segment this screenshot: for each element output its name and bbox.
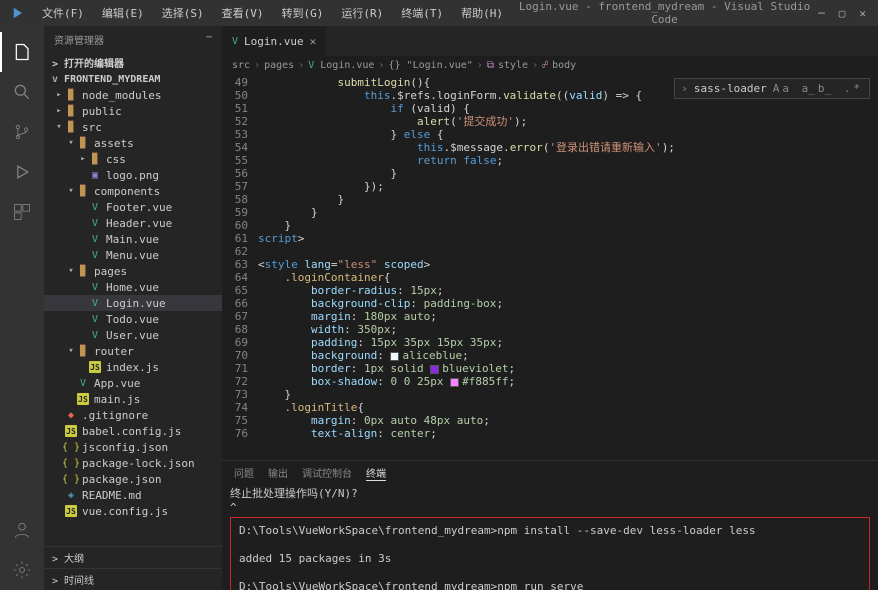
files-icon <box>13 42 33 62</box>
tree-item-components[interactable]: ▾▉components <box>44 183 222 199</box>
search-icon <box>12 82 32 102</box>
find-input[interactable]: sass-loader <box>694 82 767 95</box>
tree-item-router[interactable]: ▾▉router <box>44 343 222 359</box>
tree-item-package-lock[interactable]: { }package-lock.json <box>44 455 222 471</box>
tree-item-gitignore[interactable]: ◆.gitignore <box>44 407 222 423</box>
chevron-right-icon[interactable]: › <box>681 82 688 95</box>
vscode-logo-icon <box>12 6 26 20</box>
tab-label: Login.vue <box>244 35 304 48</box>
sidebar-title: 资源管理器⋯ <box>44 26 222 53</box>
breadcrumb[interactable]: src› pages› VLogin.vue› {} "Login.vue"› … <box>222 56 878 76</box>
activity-settings[interactable] <box>0 550 44 590</box>
tree-item-jsconfig[interactable]: { }jsconfig.json <box>44 439 222 455</box>
activity-explorer[interactable] <box>0 32 44 72</box>
tree-item-main-js[interactable]: JSmain.js <box>44 391 222 407</box>
activity-extensions[interactable] <box>0 192 44 232</box>
branch-icon <box>12 122 32 142</box>
editor-area: V Login.vue ✕ src› pages› VLogin.vue› {}… <box>222 26 878 590</box>
tree-item-main-vue[interactable]: VMain.vue <box>44 231 222 247</box>
tree-item-todo-vue[interactable]: VTodo.vue <box>44 311 222 327</box>
menu-goto[interactable]: 转到(G) <box>274 2 332 24</box>
tree-item-readme[interactable]: ◈README.md <box>44 487 222 503</box>
bottom-panel: 问题 输出 调试控制台 终端 终止批处理操作吗(Y/N)? ^ D:\Tools… <box>222 460 878 590</box>
file-tree: ▸▉node_modules▸▉public▾▉src▾▉assets▸▉css… <box>44 87 222 546</box>
more-icon[interactable]: ⋯ <box>206 32 212 47</box>
activity-account[interactable] <box>0 510 44 550</box>
window-controls: ─ ▢ ✕ <box>818 7 874 20</box>
panel-tab-terminal[interactable]: 终端 <box>366 465 386 481</box>
find-widget[interactable]: › sass-loader Aa a̲b̲ .* <box>674 78 870 99</box>
play-icon <box>12 162 32 182</box>
tree-item-assets[interactable]: ▾▉assets <box>44 135 222 151</box>
tree-item-home-vue[interactable]: VHome.vue <box>44 279 222 295</box>
find-options[interactable]: Aa a̲b̲ .* <box>773 82 863 95</box>
code-content[interactable]: submitLogin(){ this.$refs.loginForm.vali… <box>258 76 878 460</box>
outline-section[interactable]: > 大纲 <box>44 546 222 568</box>
tree-item-app-vue[interactable]: VApp.vue <box>44 375 222 391</box>
activity-search[interactable] <box>0 72 44 112</box>
gear-icon <box>12 560 32 580</box>
activity-bar <box>0 26 44 590</box>
menu-select[interactable]: 选择(S) <box>154 2 212 24</box>
panel-tab-output[interactable]: 输出 <box>268 465 288 481</box>
minimize-icon[interactable]: ─ <box>818 7 825 20</box>
tree-item-node-modules[interactable]: ▸▉node_modules <box>44 87 222 103</box>
tree-item-user-vue[interactable]: VUser.vue <box>44 327 222 343</box>
timeline-section[interactable]: > 时间线 <box>44 568 222 590</box>
editor-tabs: V Login.vue ✕ <box>222 26 878 56</box>
menu-edit[interactable]: 编辑(E) <box>94 2 152 24</box>
maximize-icon[interactable]: ▢ <box>839 7 846 20</box>
terminal-prompt: 终止批处理操作吗(Y/N)? <box>230 487 870 501</box>
tree-item-menu-vue[interactable]: VMenu.vue <box>44 247 222 263</box>
tree-item-css[interactable]: ▸▉css <box>44 151 222 167</box>
tree-item-index-js[interactable]: JSindex.js <box>44 359 222 375</box>
tab-login-vue[interactable]: V Login.vue ✕ <box>222 26 327 56</box>
menu-help[interactable]: 帮助(H) <box>453 2 511 24</box>
tree-item-login-vue[interactable]: VLogin.vue <box>44 295 222 311</box>
explorer-sidebar: 资源管理器⋯ > 打开的编辑器 v FRONTEND_MYDREAM ▸▉nod… <box>44 26 222 590</box>
editor-body[interactable]: 49 50 51 52 53 54 55 56 57 58 59 60 61 6… <box>222 76 878 460</box>
tree-item-src[interactable]: ▾▉src <box>44 119 222 135</box>
account-icon <box>12 520 32 540</box>
extensions-icon <box>12 202 32 222</box>
activity-scm[interactable] <box>0 112 44 152</box>
menu-run[interactable]: 运行(R) <box>333 2 391 24</box>
tree-item-vue-config[interactable]: JSvue.config.js <box>44 503 222 519</box>
tree-item-package-json[interactable]: { }package.json <box>44 471 222 487</box>
panel-tab-debug[interactable]: 调试控制台 <box>302 465 352 481</box>
tree-item-babel-config[interactable]: JSbabel.config.js <box>44 423 222 439</box>
line-gutter: 49 50 51 52 53 54 55 56 57 58 59 60 61 6… <box>222 76 258 460</box>
window-title: Login.vue - frontend_mydream - Visual St… <box>511 0 818 26</box>
tree-item-footer-vue[interactable]: VFooter.vue <box>44 199 222 215</box>
tree-item-pages[interactable]: ▾▉pages <box>44 263 222 279</box>
menu-file[interactable]: 文件(F) <box>34 2 92 24</box>
terminal[interactable]: 终止批处理操作吗(Y/N)? ^ D:\Tools\VueWorkSpace\f… <box>222 483 878 590</box>
highlighted-terminal-block: D:\Tools\VueWorkSpace\frontend_mydream>n… <box>230 517 870 590</box>
panel-tab-problems[interactable]: 问题 <box>234 465 254 481</box>
panel-tabs: 问题 输出 调试控制台 终端 <box>222 461 878 483</box>
menu-bar: 文件(F) 编辑(E) 选择(S) 查看(V) 转到(G) 运行(R) 终端(T… <box>34 2 511 24</box>
tab-close-icon[interactable]: ✕ <box>310 35 317 48</box>
close-icon[interactable]: ✕ <box>859 7 866 20</box>
activity-debug[interactable] <box>0 152 44 192</box>
tree-item-header-vue[interactable]: VHeader.vue <box>44 215 222 231</box>
tree-item-public[interactable]: ▸▉public <box>44 103 222 119</box>
workspace-root[interactable]: v FRONTEND_MYDREAM <box>44 72 222 87</box>
vue-icon: V <box>232 36 238 47</box>
open-editors-section[interactable]: > 打开的编辑器 <box>44 53 222 72</box>
menu-terminal[interactable]: 终端(T) <box>393 2 451 24</box>
tree-item-logo[interactable]: ▣logo.png <box>44 167 222 183</box>
title-bar: 文件(F) 编辑(E) 选择(S) 查看(V) 转到(G) 运行(R) 终端(T… <box>0 0 878 26</box>
menu-view[interactable]: 查看(V) <box>214 2 272 24</box>
